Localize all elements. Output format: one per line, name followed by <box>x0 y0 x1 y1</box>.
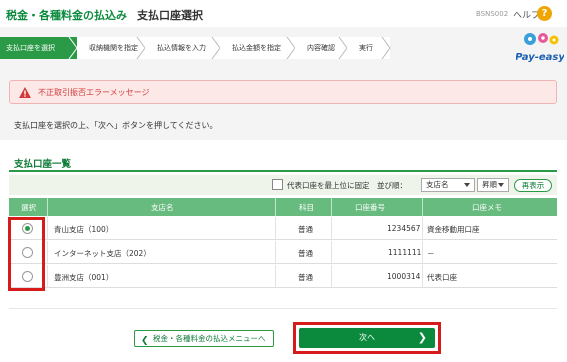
step-label: 実行 <box>359 44 373 52</box>
app-title: 税金・各種料金の払込み <box>6 9 127 22</box>
error-message-box: 不正取引振否エラーメッセージ <box>9 80 557 104</box>
sort-field-select[interactable]: 支店名 <box>421 178 475 192</box>
section-divider <box>9 170 557 172</box>
step-label: 支払口座を選択 <box>6 44 55 52</box>
branch-cell: 青山支店（100） <box>54 225 114 234</box>
screen-id: BSNS002 <box>476 10 509 18</box>
help-icon[interactable]: ? <box>537 6 552 21</box>
logo-text: Pay-easy <box>516 52 564 63</box>
chevron-left-icon: ❮ <box>141 336 149 346</box>
pay-easy-logo: Pay-easy <box>516 33 564 63</box>
memo-cell: 代表口座 <box>427 273 457 282</box>
col-memo: 口座メモ <box>472 203 502 212</box>
table-row[interactable]: 豊洲支店（001） 普通 1000314 代表口座 <box>9 265 557 288</box>
redisplay-button[interactable]: 再表示 <box>514 179 552 192</box>
step-5: 内容確認 <box>295 37 348 59</box>
number-cell: 1111111 <box>388 248 422 257</box>
back-button-label: 税金・各種料金の払込メニューへ <box>153 334 266 343</box>
table-row[interactable]: 青山支店（100） 普通 1234567 資金移動用口座 <box>9 217 557 240</box>
step-3: 払込情報を入力 <box>145 37 221 59</box>
back-to-menu-button[interactable]: ❮ 税金・各種料金の払込メニューへ <box>134 330 274 347</box>
sort-field-value: 支店名 <box>426 180 449 189</box>
branch-cell: 豊洲支店（001） <box>54 273 114 282</box>
chevron-down-icon <box>464 183 470 187</box>
chevron-down-icon <box>498 183 504 187</box>
type-cell: 普通 <box>298 273 313 282</box>
account-panel: 支払口座一覧 代表口座を最上位に固定 並び順： 支店名 昇順 再表示 選択 支店… <box>0 140 567 362</box>
sort-order-value: 昇順 <box>482 180 497 189</box>
step-label: 払込金額を指定 <box>232 44 281 52</box>
step-label: 払込情報を入力 <box>157 44 206 52</box>
step-progress: 支払口座を選択 収納機関を指定 払込情報を入力 払込金額を指定 内容確認 実行 <box>0 37 410 59</box>
table-row[interactable]: インターネット支店（202） 普通 1111111 － <box>9 241 557 264</box>
step-2: 収納機関を指定 <box>77 37 146 59</box>
footer-divider <box>9 308 557 309</box>
next-button[interactable]: 次へ ❯ <box>299 328 435 348</box>
step-arrow-icon <box>381 37 391 59</box>
instruction-text: 支払口座を選択の上、「次へ」ボタンを押してください。 <box>14 121 218 130</box>
next-button-highlight: 次へ ❯ <box>293 322 441 354</box>
col-type: 科目 <box>299 203 314 212</box>
step-6: 実行 <box>347 37 391 59</box>
help-link[interactable]: ヘルプ <box>513 8 540 21</box>
col-select: 選択 <box>21 203 36 212</box>
radio-column-highlight <box>8 217 45 291</box>
col-number: 口座番号 <box>355 203 385 212</box>
number-cell: 1000314 <box>387 272 421 281</box>
page-title: 支払口座選択 <box>137 9 203 22</box>
sort-order-select[interactable]: 昇順 <box>477 178 509 192</box>
memo-cell: － <box>427 249 435 258</box>
next-button-label: 次へ <box>359 333 375 342</box>
type-cell: 普通 <box>298 249 313 258</box>
list-controls: 代表口座を最上位に固定 並び順： 支店名 昇順 再表示 <box>9 175 557 195</box>
pin-primary-label: 代表口座を最上位に固定 <box>287 181 370 190</box>
step-label: 内容確認 <box>307 44 335 52</box>
section-title: 支払口座一覧 <box>14 159 72 170</box>
chevron-right-icon: ❯ <box>417 331 427 344</box>
step-label: 収納機関を指定 <box>89 44 138 52</box>
error-text: 不正取引振否エラーメッセージ <box>38 88 150 97</box>
type-cell: 普通 <box>298 225 313 234</box>
top-bar: 税金・各種料金の払込み 支払口座選択 BSNS002 ヘルプ ? <box>0 0 567 27</box>
pin-primary-checkbox[interactable] <box>272 179 283 190</box>
number-cell: 1234567 <box>387 224 421 233</box>
step-4: 払込金額を指定 <box>220 37 296 59</box>
sort-label: 並び順： <box>377 181 407 190</box>
branch-cell: インターネット支店（202） <box>54 249 151 258</box>
warning-icon <box>19 87 31 98</box>
col-branch: 支店名 <box>151 203 174 212</box>
step-1: 支払口座を選択 <box>0 37 78 59</box>
memo-cell: 資金移動用口座 <box>427 225 480 234</box>
table-header: 選択 支店名 科目 口座番号 口座メモ <box>9 198 557 216</box>
